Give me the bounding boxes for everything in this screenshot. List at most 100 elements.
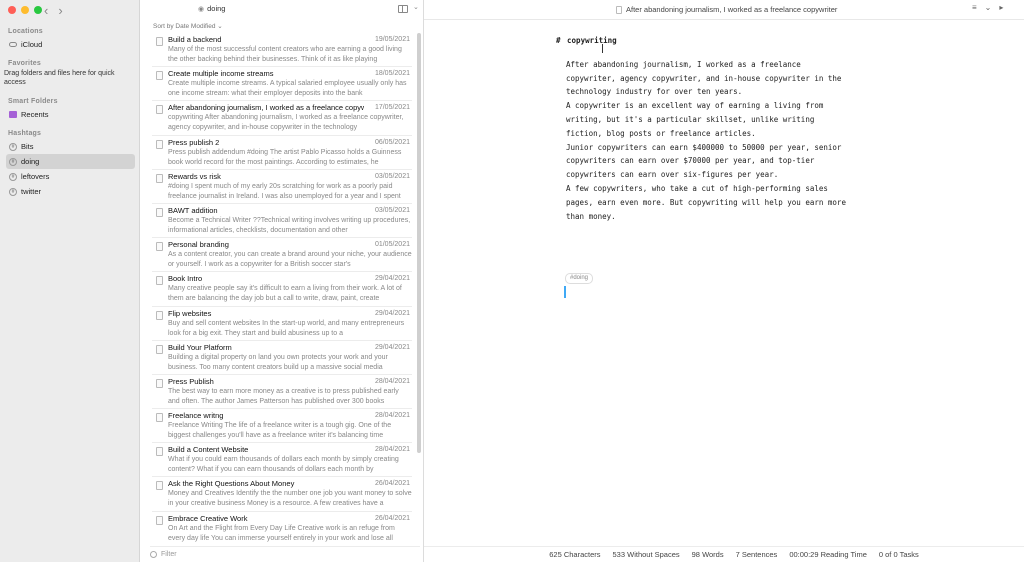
editor-text[interactable]: # copywriting After abandoning journalis… <box>556 34 896 223</box>
note-excerpt: Become a Technical Writer ??Technical wr… <box>168 216 411 234</box>
list-item[interactable]: Rewards vs risk 03/05/2021 #doing I spent … <box>152 170 412 204</box>
list-scrollbar[interactable] <box>417 33 421 453</box>
paragraph: After abandoning journalism, I worked as… <box>566 59 842 97</box>
filter-input[interactable]: Filter <box>161 551 177 558</box>
note-title: Build a backend <box>168 35 222 44</box>
document-icon <box>156 37 163 46</box>
search-field[interactable]: ◉ doing <box>198 4 225 13</box>
list-item[interactable]: Freelance writng 28/04/2021 Freelance Writ… <box>152 409 412 444</box>
list-item[interactable]: Build Your Platform 29/04/2021 Building a … <box>152 341 412 375</box>
hashtag-icon: # <box>9 187 17 196</box>
preview-play-icon[interactable]: ▸ <box>999 3 1003 12</box>
note-date: 26/04/2021 <box>374 514 410 522</box>
sidebar-item-icloud[interactable]: iCloud <box>6 37 135 52</box>
document-icon <box>156 139 163 149</box>
note-date: 28/04/2021 <box>374 446 410 454</box>
list-item[interactable]: Flip websites 29/04/2021 Buy and sell cont… <box>152 307 412 341</box>
list-item[interactable]: Book Intro 29/04/2021 Many creative people… <box>152 272 412 307</box>
note-excerpt: Many creative people say it's difficult … <box>168 285 402 303</box>
sort-menu[interactable]: Sort by Date Modified ⌄ <box>153 22 223 30</box>
list-item[interactable]: Personal branding 01/05/2021 As a content … <box>152 238 412 273</box>
sidebar-item-label: Recents <box>21 110 49 119</box>
window-title-text: After abandoning journalism, I worked as… <box>626 5 838 14</box>
note-title: Create multiple income streams <box>168 69 274 79</box>
note-title: Build Your Platform <box>168 342 232 352</box>
search-tag-text: doing <box>207 4 226 13</box>
sidebar-item-recents[interactable]: Recents <box>6 107 135 122</box>
chevron-down-icon[interactable]: ⌄ <box>413 3 419 11</box>
document-icon <box>156 413 163 423</box>
note-date: 28/04/2021 <box>374 412 410 420</box>
note-title: Ask the Right Questions About Money <box>168 479 295 489</box>
sidebar-item-tag-doing[interactable]: # doing <box>6 154 135 169</box>
mouse-ibeam-cursor <box>602 44 603 53</box>
sidebar-item-tag-leftovers[interactable]: # leftovers <box>6 169 135 184</box>
task-count: 0 of 0 Tasks <box>878 550 919 559</box>
reading-time: 00:00:29 Reading Time <box>789 550 867 559</box>
note-title: After abandoning journalism, I worked as… <box>168 103 364 113</box>
note-excerpt: Building a digital property on land you … <box>168 353 388 371</box>
note-date: 19/05/2021 <box>374 36 410 43</box>
document-icon <box>156 481 163 491</box>
outline-icon[interactable]: ≡ <box>972 3 977 12</box>
paragraph: A copywriter is an excellent way of earn… <box>566 101 824 138</box>
list-item[interactable]: Press Publish 28/04/2021 The best way to e… <box>152 375 412 410</box>
sidebar-item-label: doing <box>21 157 40 166</box>
chevron-down-icon[interactable]: ⌄ <box>985 3 992 12</box>
character-count: 625 Characters <box>549 550 601 559</box>
note-title: Book Intro <box>168 274 203 284</box>
note-excerpt: Create multiple income streams. A typica… <box>168 80 407 98</box>
document-icon <box>156 515 163 525</box>
section-smart-folders: Smart Folders <box>8 98 58 105</box>
section-hashtags: Hashtags <box>8 130 42 137</box>
note-title: Build a Content Website <box>168 445 249 455</box>
list-item[interactable]: BAWT addition 03/05/2021 Become a Technica… <box>152 204 412 239</box>
note-excerpt: Money and Creatives Identify the the num… <box>168 490 412 508</box>
forward-arrow-icon[interactable]: › <box>58 3 62 18</box>
hashtag-icon: # <box>9 157 17 166</box>
sidebar-item-label: Bits <box>21 142 34 151</box>
tag-chip[interactable]: #doing <box>565 273 594 284</box>
heading-text: copywriting <box>567 36 617 45</box>
minimize-window-button[interactable] <box>21 6 29 14</box>
section-favorites: Favorites <box>8 60 41 67</box>
note-date: 29/04/2021 <box>374 275 410 283</box>
window-controls <box>8 6 42 14</box>
editor-toolbar: After abandoning journalism, I worked as… <box>424 0 1024 20</box>
note-date: 18/05/2021 <box>374 70 410 78</box>
hashtag-icon: ◉ <box>198 5 205 13</box>
note-list: Build a backend 19/05/2021 Many of the mos… <box>152 33 412 543</box>
close-window-button[interactable] <box>8 6 16 14</box>
sidebar-item-tag-twitter[interactable]: # twitter <box>6 184 135 199</box>
zoom-window-button[interactable] <box>34 6 42 14</box>
note-date: 01/05/2021 <box>374 241 410 249</box>
sidebar-item-tag-bits[interactable]: # Bits <box>6 139 135 154</box>
note-title: Flip websites <box>168 308 212 318</box>
note-excerpt: The best way to earn more money as a cre… <box>168 387 399 405</box>
list-item[interactable]: Build a Content Website 28/04/2021 What if… <box>152 443 412 478</box>
note-title: Press Publish <box>168 376 214 386</box>
back-arrow-icon[interactable]: ‹ <box>44 3 48 18</box>
note-heading: # copywriting <box>556 34 896 48</box>
note-date: 26/04/2021 <box>374 480 410 488</box>
list-item[interactable]: Press publish 2 06/05/2021 Press publish a… <box>152 136 412 170</box>
word-count: 98 Words <box>691 550 724 559</box>
list-item[interactable]: Embrace Creative Work 26/04/2021 On Art an… <box>152 512 412 543</box>
document-icon <box>156 447 163 457</box>
sidebar-toggle-icon[interactable] <box>398 5 408 13</box>
window-title: After abandoning journalism, I worked as… <box>616 5 837 14</box>
list-item[interactable]: After abandoning journalism, I worked as… <box>152 101 412 136</box>
list-item[interactable]: Ask the Right Questions About Money 26/04… <box>152 477 412 512</box>
sidebar-item-label: twitter <box>21 187 42 196</box>
list-item[interactable]: Build a backend 19/05/2021 Many of the mos… <box>152 33 412 68</box>
status-bar: 625 Characters 533 Without Spaces 98 Wor… <box>424 546 1024 562</box>
hashtag-icon: # <box>9 142 17 151</box>
note-date: 06/05/2021 <box>374 138 410 146</box>
note-excerpt: Freelance Writing The life of a freelanc… <box>168 422 392 440</box>
list-item[interactable]: Create multiple income streams 18/05/2021… <box>152 67 412 102</box>
paragraph: Junior copywriters can earn $400000 to 5… <box>566 142 842 180</box>
document-icon <box>156 242 163 252</box>
note-excerpt: Many of the most successful content crea… <box>168 46 402 63</box>
note-excerpt: On Art and the Flight from Every Day Lif… <box>168 524 395 542</box>
list-toolbar: ◉ doing ⌄ <box>140 0 424 20</box>
